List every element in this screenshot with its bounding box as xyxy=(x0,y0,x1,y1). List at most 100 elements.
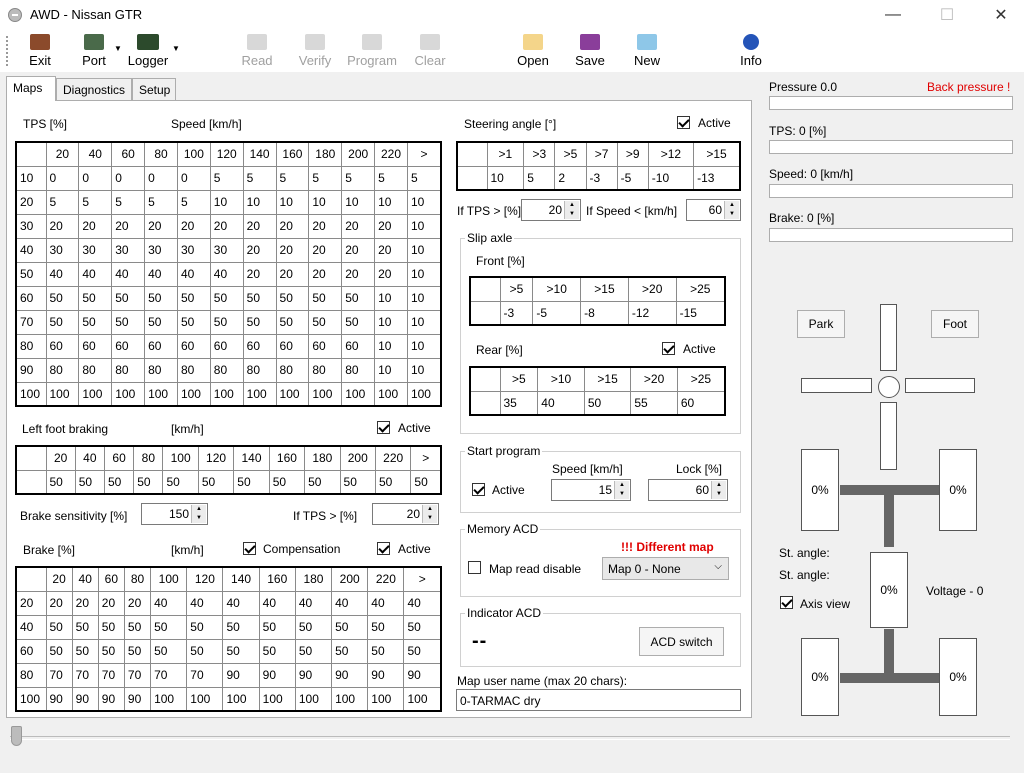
value-cell[interactable]: 100 xyxy=(111,381,146,407)
value-cell[interactable]: 5 xyxy=(341,165,376,191)
value-cell[interactable]: 50 xyxy=(268,469,306,495)
value-cell[interactable]: 20 xyxy=(71,590,99,616)
value-cell[interactable]: 50 xyxy=(242,309,277,335)
value-cell[interactable]: 100 xyxy=(341,381,376,407)
value-cell[interactable]: 50 xyxy=(71,614,99,640)
value-cell[interactable]: 30 xyxy=(78,237,113,263)
value-cell[interactable]: 10 xyxy=(374,357,408,383)
value-cell[interactable]: 50 xyxy=(45,469,76,495)
value-cell[interactable]: 40 xyxy=(78,261,113,287)
value-cell[interactable]: 5 xyxy=(209,165,244,191)
value-cell[interactable]: 100 xyxy=(78,381,113,407)
value-cell[interactable]: 50 xyxy=(242,285,277,311)
value-cell[interactable]: 50 xyxy=(45,614,73,640)
value-cell[interactable]: 50 xyxy=(308,309,343,335)
value-cell[interactable]: 20 xyxy=(341,237,376,263)
info-button[interactable]: Info xyxy=(734,30,768,72)
value-cell[interactable]: 60 xyxy=(176,333,211,359)
value-cell[interactable]: 10 xyxy=(406,309,442,335)
value-cell[interactable]: 50 xyxy=(123,614,152,640)
value-cell[interactable]: 50 xyxy=(162,469,199,495)
value-cell[interactable]: 40 xyxy=(186,590,224,616)
value-cell[interactable]: 100 xyxy=(209,381,244,407)
value-cell[interactable]: 40 xyxy=(209,261,244,287)
verify-button[interactable]: Verify xyxy=(294,30,336,72)
value-cell[interactable]: 20 xyxy=(374,213,408,239)
value-cell[interactable]: 2 xyxy=(554,165,587,191)
value-cell[interactable]: 30 xyxy=(45,237,80,263)
value-cell[interactable]: 100 xyxy=(275,381,310,407)
start-active-checkbox[interactable] xyxy=(472,483,485,496)
value-cell[interactable]: 100 xyxy=(176,381,211,407)
value-cell[interactable]: 10 xyxy=(406,213,442,239)
brake-map-table[interactable]: 20 40 60 80 100 120 140 160 180 200 220 >20 20 20 20 20… xyxy=(15,566,442,712)
value-cell[interactable]: 50 xyxy=(209,309,244,335)
value-cell[interactable]: 60 xyxy=(676,390,726,416)
value-cell[interactable]: 50 xyxy=(308,285,343,311)
value-cell[interactable]: 100 xyxy=(222,686,260,712)
value-cell[interactable]: 5 xyxy=(308,165,343,191)
start-lock-input[interactable]: 60 xyxy=(648,479,728,501)
value-cell[interactable]: 90 xyxy=(123,686,152,712)
steering-table[interactable]: >1 >3 >5 >7 >9 >12 >15 10 5 2 -3 -5 -10 -13 xyxy=(456,141,741,191)
tab-maps[interactable]: Maps xyxy=(6,76,56,101)
value-cell[interactable]: 20 xyxy=(275,237,310,263)
value-cell[interactable]: 50 xyxy=(186,638,224,664)
value-cell[interactable]: 5 xyxy=(523,165,556,191)
value-cell[interactable]: 50 xyxy=(403,638,442,664)
value-cell[interactable]: 60 xyxy=(341,333,376,359)
value-cell[interactable]: 50 xyxy=(78,309,113,335)
value-cell[interactable]: 5 xyxy=(144,189,178,215)
value-cell[interactable]: 100 xyxy=(374,381,408,407)
foot-button[interactable]: Foot xyxy=(931,310,979,338)
value-cell[interactable]: 20 xyxy=(45,213,80,239)
value-cell[interactable]: 60 xyxy=(144,333,178,359)
value-cell[interactable]: 20 xyxy=(78,213,113,239)
value-cell[interactable]: 90 xyxy=(367,662,405,688)
value-cell[interactable]: -3 xyxy=(585,165,618,191)
value-cell[interactable]: 50 xyxy=(97,638,125,664)
value-cell[interactable]: 5 xyxy=(45,189,80,215)
value-cell[interactable]: 20 xyxy=(374,237,408,263)
axis-view-checkbox[interactable] xyxy=(780,596,793,609)
logger-button[interactable]: Logger xyxy=(124,30,172,72)
value-cell[interactable]: -15 xyxy=(675,300,726,326)
value-cell[interactable]: 40 xyxy=(222,590,260,616)
value-cell[interactable]: 70 xyxy=(71,662,99,688)
value-cell[interactable]: 50 xyxy=(258,614,296,640)
value-cell[interactable]: -5 xyxy=(532,300,582,326)
value-cell[interactable]: 50 xyxy=(294,614,333,640)
value-cell[interactable]: 5 xyxy=(406,165,442,191)
value-cell[interactable]: 10 xyxy=(341,189,376,215)
value-cell[interactable]: 20 xyxy=(45,590,73,616)
value-cell[interactable]: 50 xyxy=(123,638,152,664)
tps-map-table[interactable]: 20 40 60 80 100 120 140 160 180 200 220 >10 0 0 0 0 0 5 5 5… xyxy=(15,141,442,407)
value-cell[interactable]: 20 xyxy=(275,261,310,287)
value-cell[interactable]: 90 xyxy=(403,662,442,688)
value-cell[interactable]: 55 xyxy=(630,390,678,416)
value-cell[interactable]: 20 xyxy=(308,237,343,263)
value-cell[interactable]: 60 xyxy=(275,333,310,359)
program-button[interactable]: Program xyxy=(344,30,400,72)
value-cell[interactable]: 90 xyxy=(71,686,99,712)
value-cell[interactable]: 20 xyxy=(209,213,244,239)
value-cell[interactable]: 40 xyxy=(45,261,80,287)
value-cell[interactable]: 10 xyxy=(406,261,442,287)
value-cell[interactable]: 80 xyxy=(176,357,211,383)
bottom-slider[interactable] xyxy=(6,722,1018,752)
value-cell[interactable]: 80 xyxy=(242,357,277,383)
value-cell[interactable]: 50 xyxy=(403,614,442,640)
value-cell[interactable]: 50 xyxy=(339,469,376,495)
value-cell[interactable]: 0 xyxy=(111,165,146,191)
value-cell[interactable]: 10 xyxy=(275,189,310,215)
value-cell[interactable]: 50 xyxy=(176,309,211,335)
value-cell[interactable]: 20 xyxy=(123,590,152,616)
value-cell[interactable]: 50 xyxy=(294,638,333,664)
brake-active-checkbox[interactable] xyxy=(377,542,390,555)
value-cell[interactable]: 5 xyxy=(111,189,146,215)
value-cell[interactable]: 50 xyxy=(410,469,442,495)
value-cell[interactable]: 100 xyxy=(258,686,296,712)
value-cell[interactable]: 50 xyxy=(374,469,412,495)
value-cell[interactable]: 40 xyxy=(331,590,369,616)
value-cell[interactable]: 10 xyxy=(406,237,442,263)
